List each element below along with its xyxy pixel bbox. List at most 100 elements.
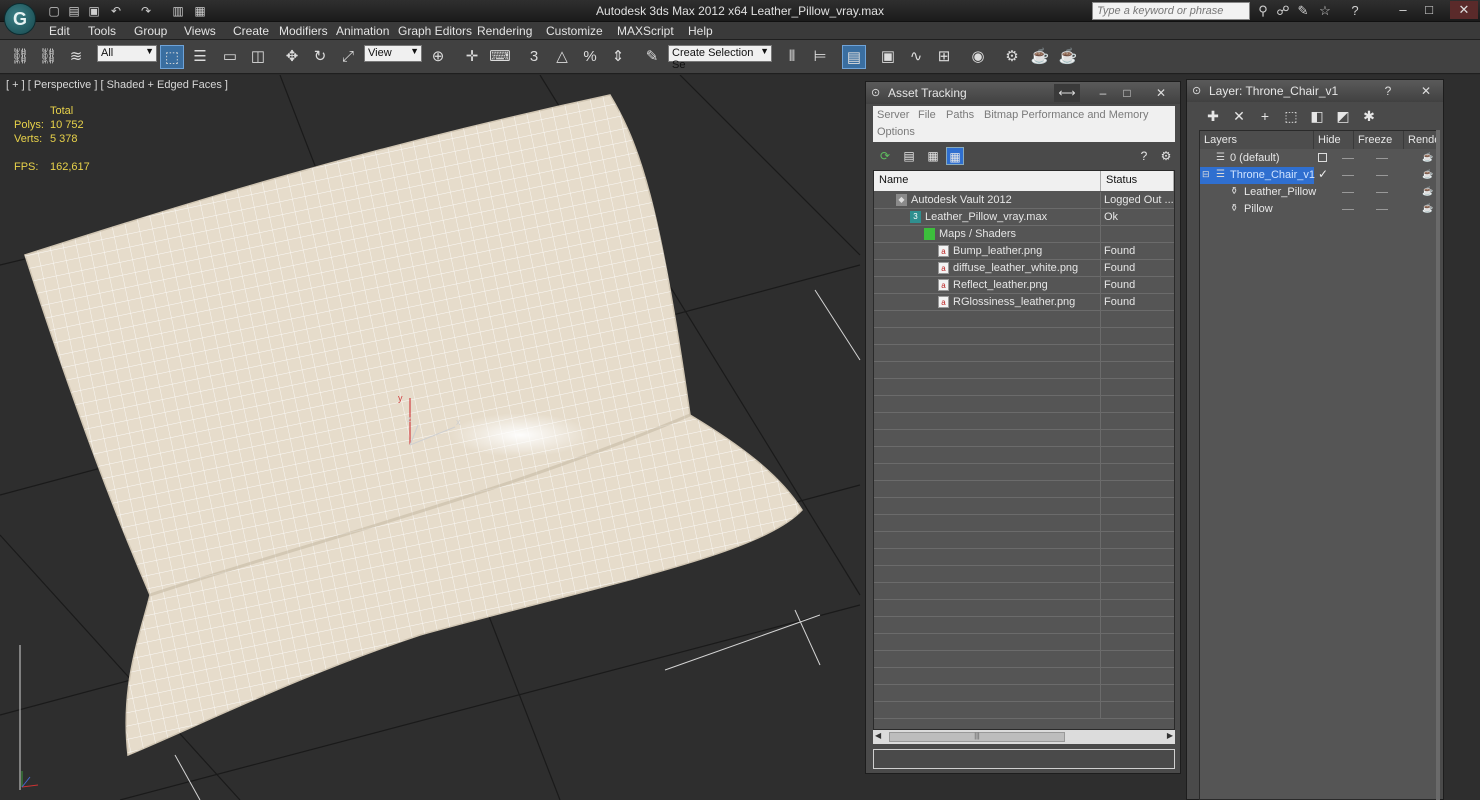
create-layer-icon[interactable]: ✚ (1203, 106, 1223, 126)
asset-row[interactable]: ◆ Autodesk Vault 2012 Logged Out ... (874, 192, 1174, 209)
asset-row[interactable]: 3 Leather_Pillow_vray.max Ok (874, 209, 1174, 226)
column-header-render[interactable]: Rende (1404, 131, 1438, 149)
angle-snap-icon[interactable]: △ (550, 45, 574, 69)
layer-close-button[interactable]: ✕ (1415, 82, 1437, 100)
render-teapot-icon[interactable]: ☕ (1422, 204, 1433, 213)
menu-create[interactable]: Create (233, 24, 269, 38)
asset-row[interactable]: a diffuse_leather_white.png Found (874, 260, 1174, 277)
highlight-selected-layer-icon[interactable]: ◧ (1307, 106, 1327, 126)
asset-row[interactable]: Maps / Shaders (874, 226, 1174, 243)
select-by-name-icon[interactable]: ☰ (188, 45, 212, 69)
favorites-star-icon[interactable]: ☆ (1316, 3, 1334, 19)
menu-customize[interactable]: Customize (546, 24, 603, 38)
reference-coordinate-dropdown[interactable]: View ▼ (364, 45, 422, 62)
layer-row-default[interactable]: ☰ 0 (default) ☕ (1200, 150, 1438, 167)
asset-row[interactable]: a Reflect_leather.png Found (874, 277, 1174, 294)
percent-snap-icon[interactable]: % (578, 45, 602, 69)
asset-row[interactable]: a RGlossiness_leather.png Found (874, 294, 1174, 311)
material-editor-icon[interactable]: ◉ (966, 45, 990, 69)
freeze-toggle[interactable] (1376, 209, 1388, 210)
render-setup-icon[interactable]: ⚙ (1000, 45, 1024, 69)
asset-minimize-button[interactable]: – (1092, 84, 1114, 102)
settings-icon[interactable]: ⚙ (1157, 147, 1175, 165)
menu-modifiers[interactable]: Modifiers (279, 24, 328, 38)
add-to-layer-icon[interactable]: + (1255, 106, 1275, 126)
scroll-thumb[interactable]: ||| (889, 732, 1065, 742)
layer-manager-icon[interactable]: ▤ (842, 45, 866, 69)
hide-toggle[interactable] (1342, 192, 1354, 193)
selection-filter-dropdown[interactable]: All ▼ (97, 45, 157, 62)
select-objects-in-layer-icon[interactable]: ⬚ (1281, 106, 1301, 126)
help-icon[interactable]: ? (1346, 3, 1364, 19)
align-icon[interactable]: ⊨ (808, 45, 832, 69)
communication-icon[interactable]: ✎ (1294, 3, 1312, 19)
column-header-name[interactable]: Name (874, 171, 1101, 191)
edit-named-selection-icon[interactable]: ✎ (640, 45, 664, 69)
menu-tools[interactable]: Tools (88, 24, 116, 38)
asset-menu-options[interactable]: Options (877, 126, 915, 138)
layer-row-leather-pillow[interactable]: ⚱ Leather_Pillow ☕ (1200, 184, 1438, 201)
asset-menu-bitmap[interactable]: Bitmap Performance and Memory (984, 109, 1148, 121)
collapse-icon[interactable]: ⊟ (1202, 169, 1210, 180)
select-and-link-icon[interactable]: ⛓ (8, 45, 32, 69)
select-and-rotate-icon[interactable]: ↻ (308, 45, 332, 69)
asset-row[interactable]: a Bump_leather.png Found (874, 243, 1174, 260)
freeze-toggle[interactable] (1376, 158, 1388, 159)
render-teapot-icon[interactable]: ☕ (1422, 153, 1433, 162)
layer-row-throne-chair[interactable]: ⊟ ☰ Throne_Chair_v1 ✓ ☕ (1200, 167, 1438, 184)
graphite-tools-icon[interactable]: ▣ (876, 45, 900, 69)
menu-maxscript[interactable]: MAXScript (617, 24, 674, 38)
snaps-toggle-icon[interactable]: 3 (522, 45, 546, 69)
render-production-icon[interactable]: ☕ (1056, 45, 1080, 69)
bind-space-warp-icon[interactable]: ≋ (64, 45, 88, 69)
app-logo-icon[interactable]: G (4, 3, 36, 35)
asset-tracking-titlebar[interactable]: ⊙ Asset Tracking ⟷ – □ ✕ (866, 82, 1180, 104)
tree-view-icon[interactable]: ▦ (924, 147, 942, 165)
freeze-toggle[interactable] (1376, 175, 1388, 176)
window-crossing-icon[interactable]: ◫ (246, 45, 270, 69)
hide-all-layers-icon[interactable]: ◩ (1333, 106, 1353, 126)
menu-graph-editors[interactable]: Graph Editors (398, 24, 472, 38)
pivot-center-icon[interactable]: ⊕ (426, 45, 450, 69)
mirror-icon[interactable]: ⫴ (780, 45, 804, 69)
spinner-snap-icon[interactable]: ⇕ (606, 45, 630, 69)
help-search-input[interactable]: Type a keyword or phrase (1092, 2, 1250, 20)
hide-toggle[interactable] (1342, 158, 1354, 159)
keyboard-shortcut-override-icon[interactable]: ⌨ (488, 45, 512, 69)
asset-menu-paths[interactable]: Paths (946, 109, 974, 121)
delete-layer-icon[interactable]: ✕ (1229, 106, 1249, 126)
unlink-icon[interactable]: ⛓ (36, 45, 60, 69)
scroll-left-icon[interactable]: ◀ (875, 731, 881, 740)
close-window-button[interactable]: ✕ (1450, 1, 1478, 19)
layer-help-button[interactable]: ? (1377, 82, 1399, 100)
rectangular-selection-icon[interactable]: ▭ (218, 45, 242, 69)
subscription-icon[interactable]: ☍ (1274, 3, 1292, 19)
curve-editor-icon[interactable]: ∿ (904, 45, 928, 69)
current-layer-checkbox[interactable] (1318, 153, 1327, 162)
asset-status-field[interactable] (873, 749, 1175, 769)
menu-group[interactable]: Group (134, 24, 167, 38)
viewport-label[interactable]: [ + ] [ Perspective ] [ Shaded + Edged F… (6, 79, 228, 91)
named-selection-dropdown[interactable]: Create Selection Se ▼ (668, 45, 772, 71)
maximize-window-button[interactable]: □ (1418, 1, 1440, 19)
select-and-scale-icon[interactable]: ⤢ (336, 45, 360, 69)
table-view-icon[interactable]: ▦ (946, 147, 964, 165)
freeze-all-layers-icon[interactable]: ✱ (1359, 106, 1379, 126)
menu-help[interactable]: Help (688, 24, 713, 38)
select-object-icon[interactable]: ⬚ (160, 45, 184, 69)
asset-menu-server[interactable]: Server (877, 109, 909, 121)
active-layer-checkmark-icon[interactable]: ✓ (1318, 167, 1328, 181)
help-icon[interactable]: ? (1135, 147, 1153, 165)
layer-titlebar[interactable]: ⊙ Layer: Throne_Chair_v1 ? ✕ (1187, 80, 1443, 102)
asset-horizontal-scrollbar[interactable]: ◀ ||| ▶ (873, 730, 1175, 744)
menu-views[interactable]: Views (184, 24, 216, 38)
layer-row-pillow[interactable]: ⚱ Pillow ☕ (1200, 201, 1438, 218)
asset-maximize-button[interactable]: □ (1116, 84, 1138, 102)
column-header-status[interactable]: Status (1101, 171, 1174, 191)
rendered-frame-window-icon[interactable]: ☕ (1028, 45, 1052, 69)
refresh-icon[interactable]: ⟳ (876, 147, 894, 165)
asset-close-button[interactable]: ✕ (1150, 84, 1172, 102)
column-header-layers[interactable]: Layers (1200, 131, 1314, 149)
binoculars-icon[interactable]: ⚲ (1254, 3, 1272, 19)
select-and-move-icon[interactable]: ✥ (280, 45, 304, 69)
